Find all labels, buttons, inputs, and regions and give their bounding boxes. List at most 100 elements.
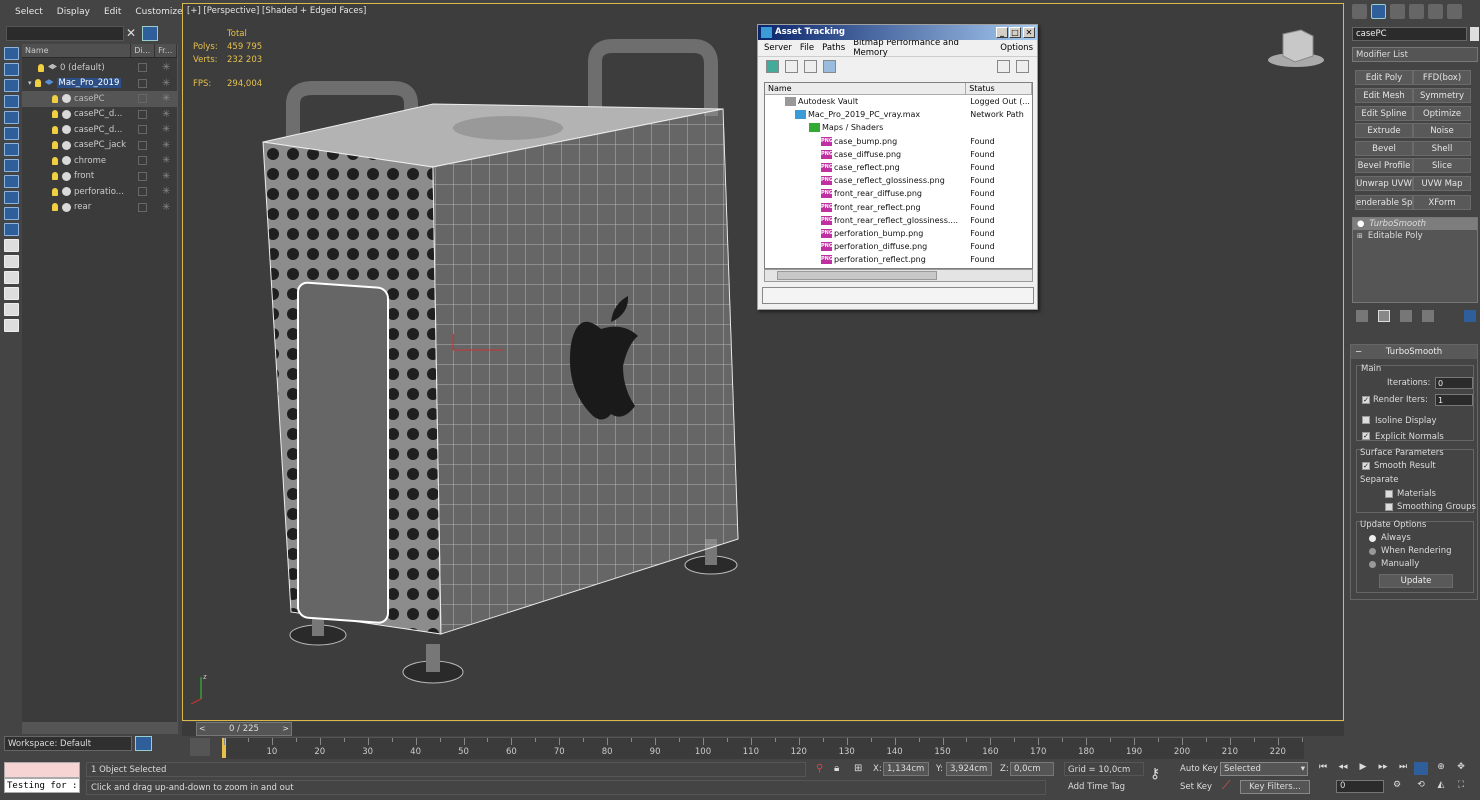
key-set-dropdown[interactable]: Selected ▾ <box>1220 762 1308 776</box>
update-button[interactable]: Update <box>1379 574 1453 588</box>
maximize-button[interactable]: □ <box>1009 27 1021 38</box>
list-item[interactable]: 0 (default) ✳ <box>22 60 177 76</box>
col-name[interactable]: Name <box>22 44 132 57</box>
viewcube-icon[interactable] <box>1282 29 1314 63</box>
y-coordinate-field[interactable]: 3,924cm <box>946 762 992 776</box>
lock-selection-icon[interactable]: 🔒︎ <box>834 763 839 774</box>
goto-end-icon[interactable]: ⏭ <box>1396 762 1410 775</box>
freeze-icon[interactable]: ✳ <box>162 124 170 135</box>
goto-start-icon[interactable]: ⏮ <box>1316 762 1330 775</box>
menu-select[interactable]: Select <box>8 7 50 17</box>
remove-modifier-icon[interactable] <box>1422 310 1434 322</box>
scroll-thumb[interactable] <box>777 271 937 280</box>
auto-key-button[interactable]: Auto Key <box>1180 762 1218 776</box>
maxscript-mini-listener[interactable]: Testing for : <box>4 778 80 793</box>
col-display[interactable]: Di... <box>131 44 156 57</box>
display-all-icon[interactable] <box>4 63 19 76</box>
menu-options[interactable]: Options <box>996 43 1037 53</box>
table-view-icon[interactable] <box>823 60 836 73</box>
cameras-filter-icon[interactable] <box>4 143 19 156</box>
ffd-box-button[interactable]: FFD(box) <box>1413 70 1471 85</box>
table-row[interactable]: PNG case_reflect.png Found <box>765 161 1032 174</box>
explorer-hscrollbar[interactable] <box>22 722 178 734</box>
materials-checkbox[interactable] <box>1385 490 1393 498</box>
xform-button[interactable]: XForm <box>1413 195 1471 210</box>
slice-button[interactable]: Slice <box>1413 158 1471 173</box>
freeze-icon[interactable]: ✳ <box>162 62 170 73</box>
smoothing-groups-checkbox[interactable] <box>1385 503 1393 511</box>
asset-path-field[interactable] <box>762 287 1034 304</box>
freeze-icon[interactable]: ✳ <box>162 186 170 197</box>
menu-bitmap-performance[interactable]: Bitmap Performance and Memory <box>849 38 996 58</box>
geometry-filter-icon[interactable] <box>4 95 19 108</box>
vault-help-icon[interactable] <box>1016 60 1029 73</box>
detail-view-icon[interactable] <box>804 60 817 73</box>
display-icon[interactable] <box>138 202 147 212</box>
maximize-viewport-icon[interactable]: ⛶ <box>1454 780 1468 793</box>
light-bulb-icon[interactable] <box>52 172 58 181</box>
key-filters-button[interactable]: Key Filters... <box>1240 780 1310 794</box>
menu-display[interactable]: Display <box>50 7 97 17</box>
table-row[interactable]: PNG case_diffuse.png Found <box>765 148 1032 161</box>
list-item[interactable]: rear ✳ <box>22 200 177 216</box>
filter-icon[interactable] <box>142 26 158 41</box>
render-iters-checkbox[interactable]: ✓ <box>1362 396 1370 404</box>
create-tab-icon[interactable] <box>1352 3 1367 19</box>
object-name-field[interactable]: casePC <box>1352 27 1467 41</box>
table-row[interactable]: Maps / Shaders <box>765 121 1032 134</box>
col-status[interactable]: Status <box>966 83 1032 94</box>
layers-icon[interactable] <box>135 736 152 751</box>
transform-type-in-icon[interactable]: ⊞ <box>854 763 862 774</box>
pan-icon[interactable]: ✥ <box>1454 762 1468 775</box>
list-item[interactable]: front ✳ <box>22 169 177 185</box>
prev-frame-icon[interactable]: < <box>199 723 206 735</box>
bones-filter-icon[interactable] <box>4 223 19 236</box>
display-icon[interactable] <box>138 63 147 73</box>
optimize-button[interactable]: Optimize <box>1413 106 1471 121</box>
uvw-map-button[interactable]: UVW Map <box>1413 176 1471 191</box>
modifier-list-dropdown[interactable]: Modifier List <box>1352 47 1478 62</box>
light-bulb-icon[interactable] <box>52 187 58 196</box>
display-icon[interactable] <box>138 187 147 197</box>
workspace-select[interactable]: Workspace: Default <box>4 736 132 751</box>
symmetry-button[interactable]: Symmetry <box>1413 88 1471 103</box>
bevel-button[interactable]: Bevel <box>1355 141 1413 156</box>
light-bulb-icon[interactable] <box>52 125 58 134</box>
x-coordinate-field[interactable]: 1,134cm <box>883 762 929 776</box>
menu-server[interactable]: Server <box>760 43 796 53</box>
display-icon[interactable] <box>138 78 147 88</box>
key-icon[interactable]: ⚷ <box>1150 766 1160 782</box>
hierarchy-tab-icon[interactable] <box>1390 3 1405 19</box>
show-end-result-icon[interactable] <box>1378 310 1390 322</box>
set-key-button[interactable]: Set Key <box>1180 780 1218 794</box>
make-unique-icon[interactable] <box>1400 310 1412 322</box>
timeline-ruler[interactable]: 10 20 30 40 50 60 70 80 90 100 110 120 130 140 150 160 1… <box>222 737 1304 759</box>
stack-item-editable-poly[interactable]: ⊞ Editable Poly <box>1353 230 1477 242</box>
play-icon[interactable]: ▶ <box>1356 762 1370 775</box>
list-view-icon[interactable] <box>785 60 798 73</box>
isolate-selection-icon[interactable]: ⚲ <box>816 763 823 774</box>
utilities-tab-icon[interactable] <box>1447 3 1462 19</box>
light-bulb-icon[interactable] <box>38 63 44 72</box>
z-coordinate-field[interactable]: 0,0cm <box>1010 762 1054 776</box>
freeze-icon[interactable]: ✳ <box>162 93 170 104</box>
list-item[interactable]: casePC_d... ✳ <box>22 122 177 138</box>
table-row[interactable]: PNG case_bump.png Found <box>765 135 1032 148</box>
current-frame-field[interactable]: 0 <box>1336 780 1384 793</box>
edit-mesh-button[interactable]: Edit Mesh <box>1355 88 1413 103</box>
refresh-icon[interactable] <box>766 60 779 73</box>
table-row[interactable]: PNG case_reflect_glossiness.png Found <box>765 174 1032 187</box>
table-row[interactable]: Mac_Pro_2019_PC_vray.max Network Path <box>765 108 1032 121</box>
col-freeze[interactable]: Fr... <box>155 44 177 57</box>
turbosmooth-rollout-title[interactable]: − TurboSmooth <box>1351 345 1477 359</box>
next-key-icon[interactable]: ▸▸ <box>1376 762 1390 775</box>
list-item[interactable]: casePC_jack ✳ <box>22 138 177 154</box>
display-icon[interactable] <box>138 171 147 181</box>
object-color-swatch[interactable] <box>1470 27 1479 41</box>
when-rendering-radio[interactable] <box>1369 548 1376 555</box>
shell-button[interactable]: Shell <box>1413 141 1471 156</box>
spacewarps-filter-icon[interactable] <box>4 175 19 188</box>
table-row[interactable]: Autodesk Vault Logged Out (... <box>765 95 1032 108</box>
stack-item-turbosmooth[interactable]: ● TurboSmooth <box>1353 218 1477 230</box>
freeze-icon[interactable]: ✳ <box>162 78 170 89</box>
